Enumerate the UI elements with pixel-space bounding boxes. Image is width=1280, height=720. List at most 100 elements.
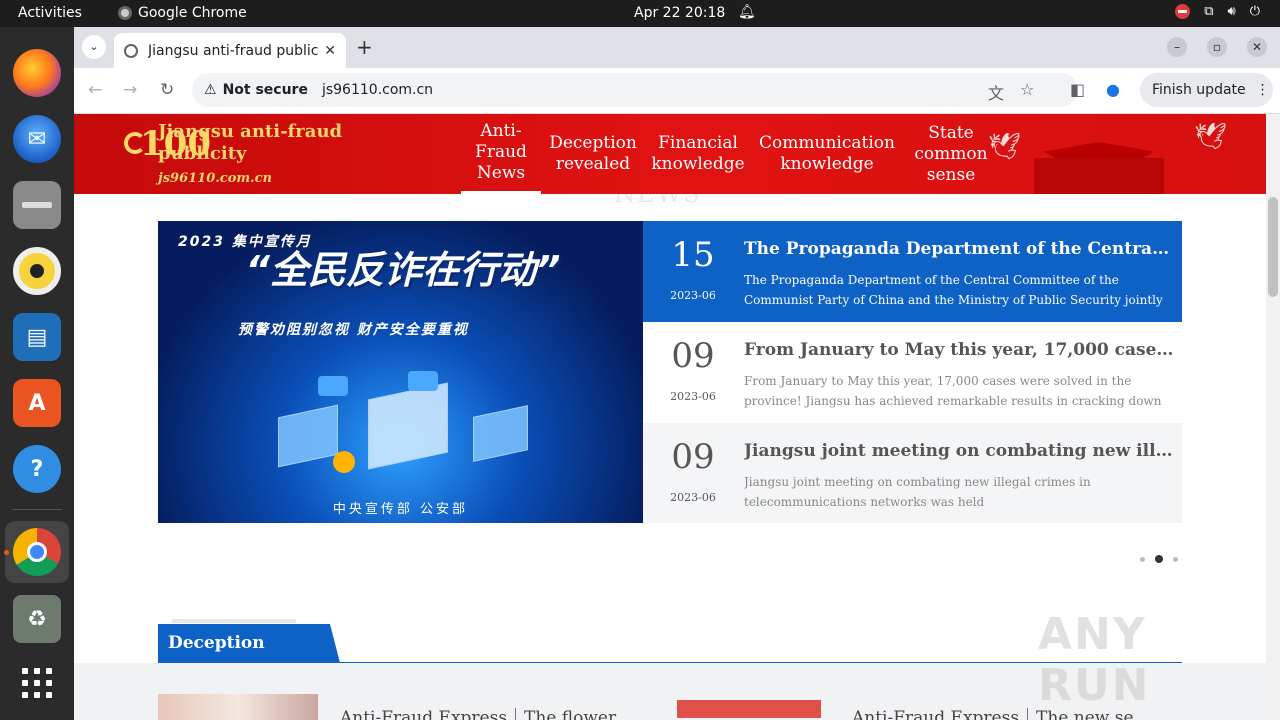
news-day: 09 — [671, 437, 715, 477]
software-icon[interactable]: A — [13, 379, 61, 427]
power-icon[interactable]: ⏻ — [1250, 4, 1260, 19]
section-decoration — [172, 619, 296, 623]
recording-stop-icon[interactable] — [1175, 4, 1191, 19]
carousel-dot[interactable] — [1140, 556, 1145, 562]
dock: ✉ ▤ A ? ♻ — [0, 27, 74, 720]
app-name: Google Chrome — [138, 5, 247, 21]
clock[interactable]: Apr 22 20:18 — [634, 5, 725, 21]
gate-roof — [1044, 142, 1154, 158]
activities-button[interactable]: Activities — [18, 5, 82, 21]
news-item[interactable]: 09 2023-06 From January to May this year… — [643, 322, 1182, 423]
chrome-app-icon — [118, 6, 132, 20]
isometric-tech-illustration — [258, 371, 558, 481]
nav-anti-fraud-news[interactable]: Anti-Fraud News — [461, 114, 541, 194]
news-headline[interactable]: From January to May this year, 17,000 ca… — [744, 340, 1174, 360]
chrome-center — [27, 542, 47, 562]
close-window-icon[interactable]: ✕ — [1247, 37, 1267, 57]
back-arrow-icon[interactable]: ← — [88, 80, 102, 100]
impress-icon[interactable]: ▤ — [13, 313, 61, 361]
chrome-window: ⌄ Jiangsu anti-fraud publicity ✕ + – ▫ ✕… — [74, 27, 1280, 114]
rhythmbox-icon[interactable] — [13, 247, 61, 295]
tab-close-icon[interactable]: ✕ — [324, 43, 336, 59]
network-icon[interactable]: ⧉ — [1204, 4, 1213, 19]
volume-icon[interactable]: 🔊︎ — [1228, 4, 1236, 19]
news-summary: Jiangsu joint meeting on combating new i… — [744, 475, 1091, 509]
news-item[interactable]: 15 2023-06 The Propaganda Department of … — [643, 221, 1182, 322]
banner-subline: 预警劝阻别忽视 财产安全要重视 — [238, 322, 469, 338]
anyrun-watermark: ANY RUN — [1038, 609, 1151, 711]
nav-communication-knowledge[interactable]: Communication knowledge — [759, 114, 895, 194]
system-tray[interactable]: ⧉ 🔊︎ ⏻ — [1175, 4, 1260, 19]
news-summary: From January to May this year, 17,000 ca… — [744, 374, 1162, 415]
carousel-dot[interactable] — [1173, 556, 1178, 562]
scrollbar-thumb[interactable] — [1268, 197, 1278, 297]
banner-footer: 中央宣传部 公安部 — [332, 502, 469, 517]
finish-update-button[interactable]: Finish update ⋮ — [1140, 73, 1273, 107]
site-title[interactable]: Jiangsu anti-fraud publicity — [158, 121, 348, 165]
maximize-icon[interactable]: ▫ — [1207, 37, 1227, 57]
url-text[interactable]: js96110.com.cn — [322, 82, 433, 98]
help-icon[interactable]: ? — [13, 445, 61, 493]
bookmark-star-icon[interactable]: ☆ — [1020, 80, 1034, 99]
campaign-banner-image[interactable]: 2023 集中宣传月 “全民反诈在行动” 预警劝阻别忽视 财产安全要重视 中央宣… — [158, 221, 643, 523]
article-thumbnail[interactable] — [671, 694, 827, 720]
notification-bell-icon[interactable]: 🔔︎ — [738, 4, 756, 20]
news-summary: The Propaganda Department of the Central… — [744, 273, 1173, 314]
tab-active[interactable]: Jiangsu anti-fraud publicity ✕ — [114, 33, 346, 68]
finish-update-label: Finish update — [1152, 82, 1246, 98]
more-menu-icon[interactable]: ⋮ — [1256, 82, 1270, 98]
files-drawer-handle — [22, 202, 52, 208]
news-headline[interactable]: Jiangsu joint meeting on combating new i… — [744, 441, 1174, 461]
section-heading[interactable]: Deception revealed — [158, 624, 340, 663]
news-day: 15 — [671, 235, 715, 275]
new-tab-icon[interactable]: + — [356, 35, 373, 59]
forward-arrow-icon[interactable]: → — [123, 80, 137, 100]
article-thumbnail[interactable] — [158, 694, 318, 720]
reload-icon[interactable]: ↻ — [160, 80, 174, 100]
address-bar[interactable]: ⚠ Not secure js96110.com.cn — [192, 73, 1078, 107]
iso-block — [473, 405, 528, 462]
warning-triangle-icon[interactable]: ⚠ — [204, 82, 217, 98]
minimize-icon[interactable]: – — [1167, 37, 1187, 57]
side-panel-icon[interactable]: ◧ — [1070, 80, 1085, 99]
nav-deception-revealed[interactable]: Deception revealed — [549, 114, 637, 194]
tab-search-chevron-icon[interactable]: ⌄ — [82, 35, 106, 59]
dock-separator — [12, 509, 62, 510]
translate-icon[interactable]: 文 — [988, 80, 1004, 104]
site-globe-icon — [124, 43, 138, 58]
page-scrollbar[interactable] — [1266, 114, 1280, 720]
coin-icon — [333, 451, 355, 473]
tab-strip: ⌄ Jiangsu anti-fraud publicity ✕ + – ▫ ✕ — [74, 27, 1280, 68]
app-grid — [22, 668, 52, 698]
iso-screen — [368, 382, 448, 470]
tiananmen-illustration — [1004, 134, 1184, 194]
news-year-month: 2023-06 — [670, 289, 716, 302]
news-headline[interactable]: The Propaganda Department of the Central… — [744, 239, 1174, 259]
files-icon[interactable] — [13, 181, 61, 229]
dove-icon: 🕊︎ — [1194, 122, 1228, 152]
running-indicator — [4, 550, 9, 555]
news-item[interactable]: 09 2023-06 Jiangsu joint meeting on comb… — [643, 423, 1182, 523]
chrome-icon[interactable] — [13, 528, 61, 576]
system-top-bar: Activities Google Chrome Apr 22 20:18 🔔︎… — [0, 0, 1280, 27]
profile-avatar-icon[interactable]: ● — [1106, 80, 1120, 99]
site-header: 100 Jiangsu anti-fraud publicity js96110… — [74, 114, 1266, 194]
nav-financial-knowledge[interactable]: Financial knowledge — [651, 114, 744, 194]
news-day: 09 — [671, 336, 715, 376]
security-label[interactable]: Not secure — [223, 82, 308, 98]
page-viewport: NEWS 100 Jiangsu anti-fraud publicity js… — [74, 114, 1266, 720]
browser-toolbar: ← → ↻ ⚠ Not secure js96110.com.cn 文 ☆ ◧ … — [74, 68, 1280, 114]
news-carousel: 2023 集中宣传月 “全民反诈在行动” 预警劝阻别忽视 财产安全要重视 中央宣… — [158, 221, 1182, 523]
app-menu[interactable]: Google Chrome — [118, 5, 247, 21]
banner-headline: “全民反诈在行动” — [245, 248, 561, 292]
firefox-icon[interactable] — [13, 49, 61, 97]
carousel-pagination — [1140, 555, 1178, 563]
thunderbird-icon[interactable]: ✉ — [13, 115, 61, 163]
nav-state-common-sense[interactable]: State common sense — [911, 114, 991, 194]
carousel-dot-active[interactable] — [1155, 555, 1163, 563]
news-year-month: 2023-06 — [670, 491, 716, 504]
trash-icon[interactable]: ♻ — [13, 595, 61, 643]
show-applications-icon[interactable] — [13, 659, 61, 707]
gate-body — [1034, 158, 1164, 194]
article-title[interactable]: Anti-Fraud Express｜The flower shop scam — [340, 703, 646, 720]
